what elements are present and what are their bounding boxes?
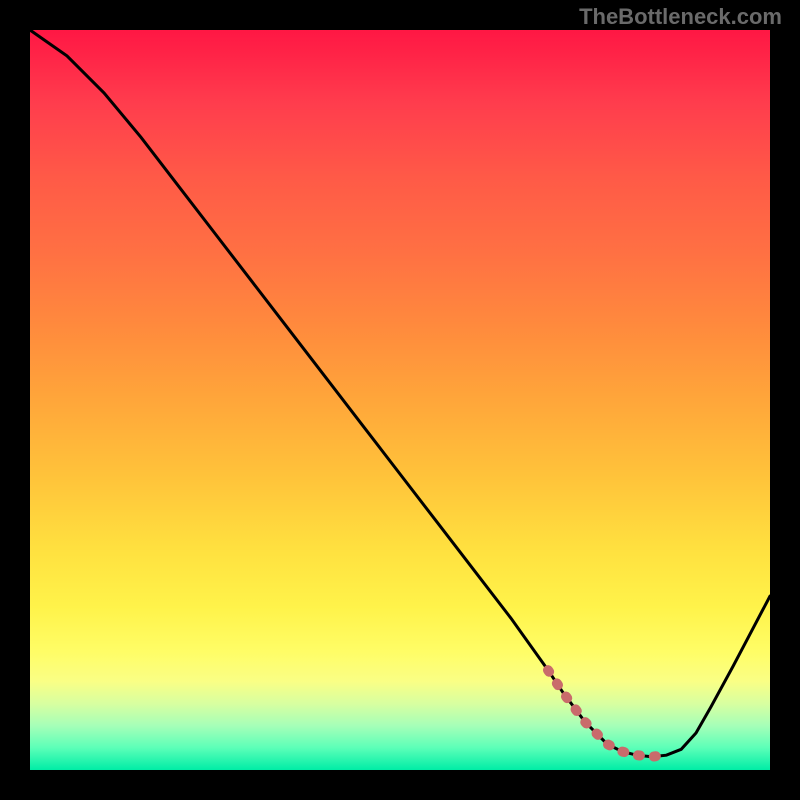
chart-plot-area [30,30,770,770]
chart-svg [30,30,770,770]
chart-main-curve [30,30,770,757]
watermark-text: TheBottleneck.com [579,4,782,30]
chart-dotted-segment [548,670,666,757]
